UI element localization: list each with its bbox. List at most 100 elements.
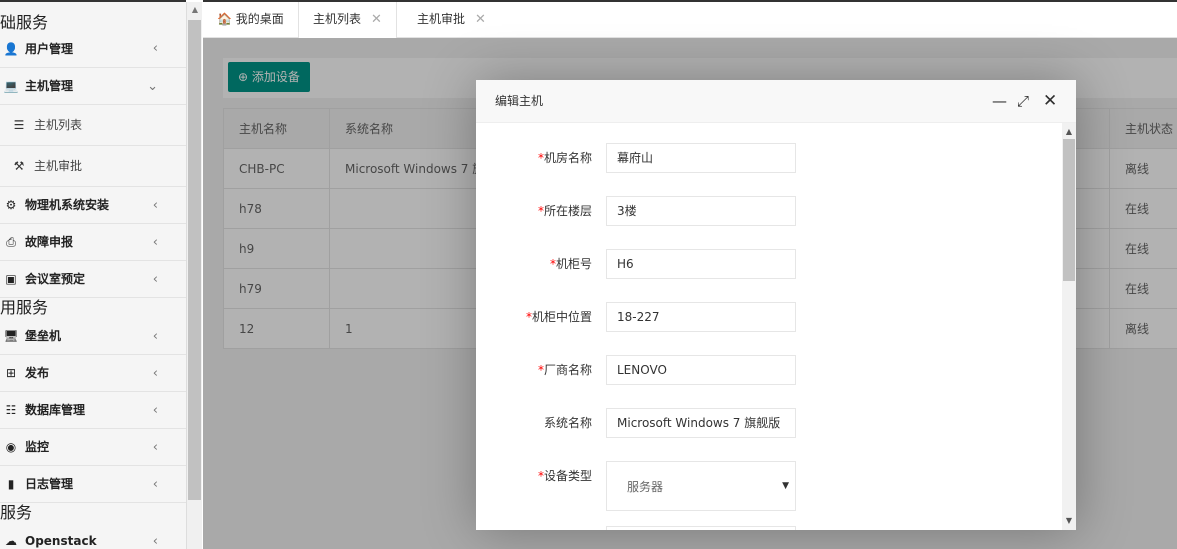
sidebar-item-openstack[interactable]: ☁ Openstack ‹ <box>0 523 186 549</box>
form-row-next <box>476 526 1062 530</box>
os-name-field[interactable]: Microsoft Windows 7 旗舰版 <box>606 408 796 438</box>
sidebar-item-label: 主机审批 <box>34 159 83 173</box>
form-row-cabinet: *机柜号 H6 <box>476 249 1062 279</box>
close-icon[interactable]: ✕ <box>371 12 382 27</box>
sidebar-item-label: 数据库管理 <box>25 403 86 417</box>
sidebar-item-label: 用户管理 <box>25 42 74 56</box>
laptop-icon: 💻 <box>3 79 19 93</box>
close-icon[interactable]: ✕ <box>475 12 486 27</box>
cabinet-position-field[interactable]: 18-227 <box>606 302 796 332</box>
dialog-header: 编辑主机 — ⤢ ✕ <box>476 80 1076 123</box>
vendor-name-field[interactable]: LENOVO <box>606 355 796 385</box>
field-label: *厂商名称 <box>537 363 592 377</box>
list-icon: ☰ <box>13 118 25 132</box>
print-icon: ⎙ <box>6 235 16 249</box>
edit-host-dialog: 编辑主机 — ⤢ ✕ *机房名称 幕府山 *所在楼层 3楼 *机柜号 H6 *机… <box>476 80 1076 530</box>
chevron-left-icon: ‹ <box>152 329 158 344</box>
dialog-scrollbar[interactable]: ▲ ▼ <box>1062 123 1076 530</box>
sidebar: 础服务 👤 用户管理 ‹ 💻 主机管理 ⌄ ☰ 主机列表 ⚒ 主机审批 ⚙ 物理… <box>0 0 186 549</box>
sidebar-item-label: 发布 <box>25 366 50 380</box>
sidebar-item-database[interactable]: ☷ 数据库管理 ‹ <box>0 392 186 429</box>
tab-label: 主机列表 <box>313 12 362 26</box>
form-row-os: 系统名称 Microsoft Windows 7 旗舰版 <box>476 408 1062 438</box>
scrollbar-thumb[interactable] <box>1063 139 1075 281</box>
form-row-device-type: *设备类型 服务器 ▼ <box>476 461 1062 511</box>
floor-field[interactable]: 3楼 <box>606 196 796 226</box>
minimize-icon[interactable]: — <box>992 80 1007 122</box>
sidebar-scrollbar[interactable]: ▲ <box>186 2 202 549</box>
chevron-left-icon: ‹ <box>152 235 158 250</box>
sidebar-item-release[interactable]: ⊞ 发布 ‹ <box>0 355 186 392</box>
user-icon: 👤 <box>3 42 19 56</box>
gavel-icon: ⚒ <box>13 159 25 173</box>
cloud-icon: ☁ <box>5 534 17 548</box>
sidebar-item-label: 主机列表 <box>34 118 83 132</box>
sidebar-item-user-management[interactable]: 👤 用户管理 ‹ <box>0 30 186 68</box>
sidebar-item-os-install[interactable]: ⚙ 物理机系统安装 ‹ <box>0 187 186 224</box>
device-type-select[interactable]: 服务器 ▼ <box>606 461 796 511</box>
field-label: *设备类型 <box>537 469 592 483</box>
chevron-left-icon: ‹ <box>152 198 158 213</box>
sidebar-subitem-host-list[interactable]: ☰ 主机列表 <box>0 105 186 146</box>
tab-host-approval[interactable]: 主机审批 ✕ <box>403 2 500 38</box>
sidebar-item-label: 主机管理 <box>25 79 74 93</box>
scrollbar-thumb[interactable] <box>188 20 201 500</box>
sidebar-item-label: 会议室预定 <box>25 272 86 286</box>
file-icon: ▮ <box>7 477 15 491</box>
close-icon[interactable]: ✕ <box>1043 80 1057 122</box>
tab-my-desktop[interactable]: 🏠 我的桌面 <box>203 2 298 38</box>
section-title: 用服务 <box>0 298 49 317</box>
sidebar-item-label: 堡垒机 <box>25 329 62 343</box>
next-field[interactable] <box>606 526 796 530</box>
briefcase-icon: ▣ <box>5 272 17 286</box>
field-label: 系统名称 <box>543 416 592 430</box>
table-icon: ⊞ <box>5 366 17 380</box>
sidebar-item-logs[interactable]: ▮ 日志管理 ‹ <box>0 466 186 503</box>
cabinet-number-field[interactable]: H6 <box>606 249 796 279</box>
field-label: *机房名称 <box>537 151 592 165</box>
scroll-up-icon[interactable]: ▲ <box>187 2 203 18</box>
maximize-icon[interactable]: ⤢ <box>1017 80 1029 122</box>
sidebar-item-label: 故障申报 <box>25 235 74 249</box>
home-icon: 🏠 <box>217 12 232 26</box>
form-row-room: *机房名称 幕府山 <box>476 143 1062 173</box>
field-label: *机柜号 <box>549 257 592 271</box>
caret-down-icon: ▼ <box>782 481 789 491</box>
scroll-down-icon[interactable]: ▼ <box>1062 514 1076 528</box>
sidebar-item-monitor[interactable]: ◉ 监控 ‹ <box>0 429 186 466</box>
tab-label: 我的桌面 <box>235 12 284 26</box>
chevron-left-icon: ‹ <box>152 440 158 455</box>
dialog-title: 编辑主机 <box>495 94 544 108</box>
tab-bar: 🏠 我的桌面 主机列表 ✕ 主机审批 ✕ <box>203 0 1177 38</box>
select-value: 服务器 <box>627 480 664 494</box>
form-row-position: *机柜中位置 18-227 <box>476 302 1062 332</box>
sidebar-item-meeting-room[interactable]: ▣ 会议室预定 ‹ <box>0 261 186 298</box>
room-name-field[interactable]: 幕府山 <box>606 143 796 173</box>
sidebar-item-label: Openstack <box>25 534 97 548</box>
cogs-icon: ⚙ <box>5 198 17 212</box>
form-row-floor: *所在楼层 3楼 <box>476 196 1062 226</box>
eye-icon: ◉ <box>5 440 17 454</box>
sidebar-subitem-host-approval[interactable]: ⚒ 主机审批 <box>0 146 186 187</box>
sidebar-item-host-management[interactable]: 💻 主机管理 ⌄ <box>0 68 186 105</box>
scroll-up-icon[interactable]: ▲ <box>1062 125 1076 139</box>
chevron-left-icon: ‹ <box>152 366 158 381</box>
server-icon: ☷ <box>5 403 17 417</box>
form-row-vendor: *厂商名称 LENOVO <box>476 355 1062 385</box>
chevron-left-icon: ‹ <box>152 403 158 418</box>
chevron-left-icon: ‹ <box>152 41 158 56</box>
sidebar-item-label: 监控 <box>25 440 50 454</box>
desktop-icon: 🖥 <box>3 329 19 343</box>
dialog-body: *机房名称 幕府山 *所在楼层 3楼 *机柜号 H6 *机柜中位置 18-227… <box>476 123 1062 530</box>
chevron-left-icon: ‹ <box>152 534 158 549</box>
sidebar-item-label: 日志管理 <box>25 477 74 491</box>
chevron-left-icon: ‹ <box>152 477 158 492</box>
sidebar-item-bastion[interactable]: 🖥 堡垒机 ‹ <box>0 318 186 355</box>
field-label: *机柜中位置 <box>525 310 592 324</box>
tab-host-list[interactable]: 主机列表 ✕ <box>298 2 397 38</box>
field-label: *所在楼层 <box>537 204 592 218</box>
chevron-left-icon: ‹ <box>152 272 158 287</box>
sidebar-item-fault-report[interactable]: ⎙ 故障申报 ‹ <box>0 224 186 261</box>
section-title: 服务 <box>0 503 33 522</box>
chevron-down-icon: ⌄ <box>147 79 158 94</box>
